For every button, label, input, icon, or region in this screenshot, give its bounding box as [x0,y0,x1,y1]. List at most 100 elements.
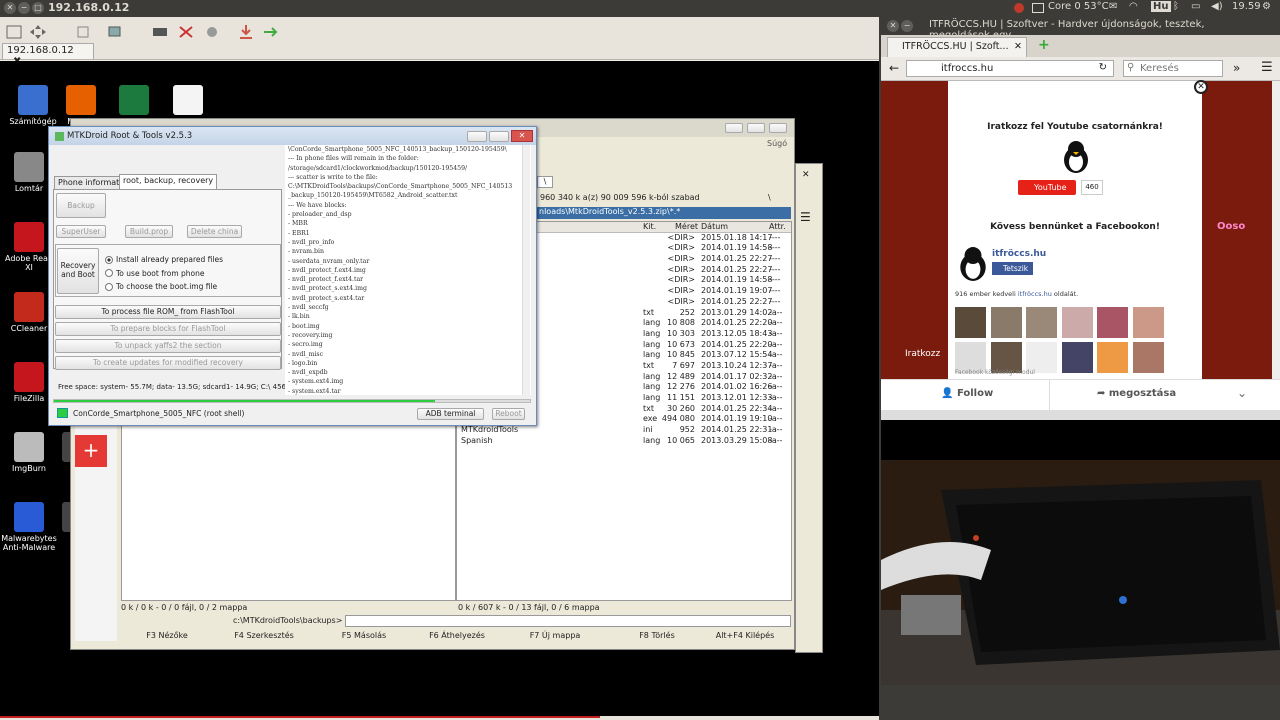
right-minimize-window-button[interactable]: − [901,20,913,32]
function-key-button[interactable]: F7 Új mappa [509,631,601,640]
col-size[interactable]: Méret [675,222,698,233]
function-key-button[interactable]: F5 Másolás [318,631,410,640]
zoom-icon[interactable] [108,25,124,39]
fit-icon[interactable] [6,25,22,39]
fm-minimize-button[interactable] [725,123,743,133]
buildprop-button[interactable]: Build.prop [125,225,173,238]
adb-terminal-button[interactable]: ADB terminal [417,408,484,420]
drive-button[interactable]: \ [537,176,553,188]
delete-china-button[interactable]: Delete china [187,225,242,238]
popup-close-button[interactable]: ✕ [1194,80,1208,94]
fan-avatar[interactable] [1026,307,1057,338]
command-input[interactable] [345,615,791,627]
battery-icon[interactable]: ▭ [1191,1,1200,12]
add-button[interactable]: + [75,435,107,467]
download-icon[interactable] [238,25,254,39]
desktop-app-icon [14,152,44,182]
keyboard-icon[interactable] [152,25,168,39]
new-tab-icon[interactable]: + [1038,37,1050,53]
fb-page-name[interactable]: itfröccs.hu [992,249,1046,259]
reload-icon[interactable]: ↻ [1099,62,1107,73]
mtk-maximize-button[interactable] [489,131,509,142]
backup-button[interactable]: Backup [56,193,106,218]
fb-like-button[interactable]: Tetszik [992,262,1033,275]
function-key-button[interactable]: Alt+F4 Kilépés [699,631,791,640]
menu-icon[interactable]: ☰ [800,210,811,224]
function-key-button[interactable]: F4 Szerkesztés [218,631,310,640]
fan-avatar[interactable] [1097,307,1128,338]
keyboard-layout[interactable]: Hu [1151,1,1171,12]
wifi-icon[interactable]: ◠ [1129,1,1138,12]
menu-icon[interactable]: ☰ [1261,60,1273,75]
chevron-down-icon[interactable]: ⌄ [1237,386,1247,400]
right-close-window-button[interactable]: ✕ [887,20,899,32]
action-button[interactable]: To unpack yaffs2 the section [55,339,281,353]
col-date[interactable]: Dátum [701,222,728,233]
tab-itfroccs[interactable]: ITFRÖCCS.HU | Szoft... ✕ [887,37,1027,57]
move-icon[interactable] [30,25,46,39]
mtk-minimize-button[interactable] [467,131,487,142]
youtube-subscribe-button[interactable]: YouTube [1018,180,1076,195]
fan-avatar[interactable] [990,307,1022,338]
function-key-button[interactable]: F8 Törlés [611,631,703,640]
table-row[interactable]: MTKdroidTools ini 952 2014.01.25 22:31 -a-- [457,425,791,436]
minimize-window-button[interactable]: − [18,2,30,14]
desktop-icon[interactable] [106,85,162,117]
copy-icon[interactable] [76,25,92,39]
tab-remote[interactable]: 192.168.0.12 ✖ [2,43,94,67]
back-icon[interactable]: ← [889,61,899,75]
volume-icon[interactable]: ◀) [1211,1,1223,12]
search-input[interactable]: ⚲ Keresés [1123,60,1223,77]
log-output[interactable]: \ConCorde_Smartphone_5005_NFC_140513_bac… [285,145,531,395]
col-attr[interactable]: Attr. [769,222,786,233]
tab-root-backup[interactable]: root, backup, recovery [119,174,218,190]
boot-option-radio[interactable]: To choose the boot.img file [105,282,217,291]
reboot-button[interactable]: Reboot [492,408,525,420]
overflow-icon[interactable]: » [1233,61,1240,75]
mtk-close-button[interactable]: ✕ [511,130,533,142]
fm-maximize-button[interactable] [747,123,765,133]
settings-icon[interactable] [204,25,220,39]
drive-root[interactable]: \ [768,193,771,202]
desktop-icon[interactable] [160,85,216,117]
function-key-button[interactable]: F6 Áthelyezés [411,631,503,640]
action-button[interactable]: To create updates for modified recovery [55,356,281,370]
share-button[interactable]: ➦ megosztása [1097,388,1176,399]
page-scrollbar[interactable] [1272,81,1280,381]
table-row[interactable]: Spanish lang 10 065 2013.03.29 15:08 -a-- [457,436,791,447]
recovery-boot-button[interactable]: Recovery and Boot [57,248,99,294]
log-scrollbar[interactable] [522,145,530,395]
action-button[interactable]: To prepare blocks for FlashTool [55,322,281,336]
gear-icon[interactable]: ⚙ [1262,1,1271,12]
horizontal-scrollbar[interactable] [881,410,1280,420]
close-tab-icon[interactable]: ✕ [1014,41,1022,52]
clock[interactable]: 19.59 [1232,1,1261,12]
fan-avatar[interactable] [1061,307,1093,338]
function-key-button[interactable]: F3 Nézőke [121,631,213,640]
mail-icon[interactable]: ✉ [1109,1,1117,12]
fm-close-button[interactable] [769,123,787,133]
fan-avatar[interactable] [1132,342,1164,373]
fan-avatar[interactable] [1061,342,1093,373]
maximize-window-button[interactable]: □ [32,2,44,14]
col-ext[interactable]: Kit. [643,222,656,233]
superuser-button[interactable]: SuperUser [56,225,106,238]
bluetooth-icon[interactable]: ᛒ [1173,1,1179,12]
url-bar[interactable]: itfroccs.hu ↻ [906,60,1114,77]
right-path[interactable]: nloads\MtkDroidTools_v2.5.3.zip\*.* [537,207,791,219]
record-icon[interactable] [1014,3,1024,13]
fan-avatar[interactable] [955,307,986,338]
fan-avatar[interactable] [1132,307,1164,338]
page-avatar[interactable] [956,246,990,282]
close-icon[interactable]: ✕ [802,170,810,180]
boot-option-radio[interactable]: Install already prepared files [105,255,223,264]
close-window-button[interactable]: ✕ [4,2,16,14]
scissors-icon[interactable] [178,25,194,39]
fan-avatar[interactable] [1097,342,1128,373]
cpu-temp[interactable]: Core 0 53°C [1048,1,1109,12]
help-menu[interactable]: Súgó [767,139,787,148]
transfer-icon[interactable] [262,25,278,39]
follow-button[interactable]: 👤 Follow [941,388,993,399]
action-button[interactable]: To process file ROM_ from FlashTool [55,305,281,319]
boot-option-radio[interactable]: To use boot from phone [105,269,205,278]
